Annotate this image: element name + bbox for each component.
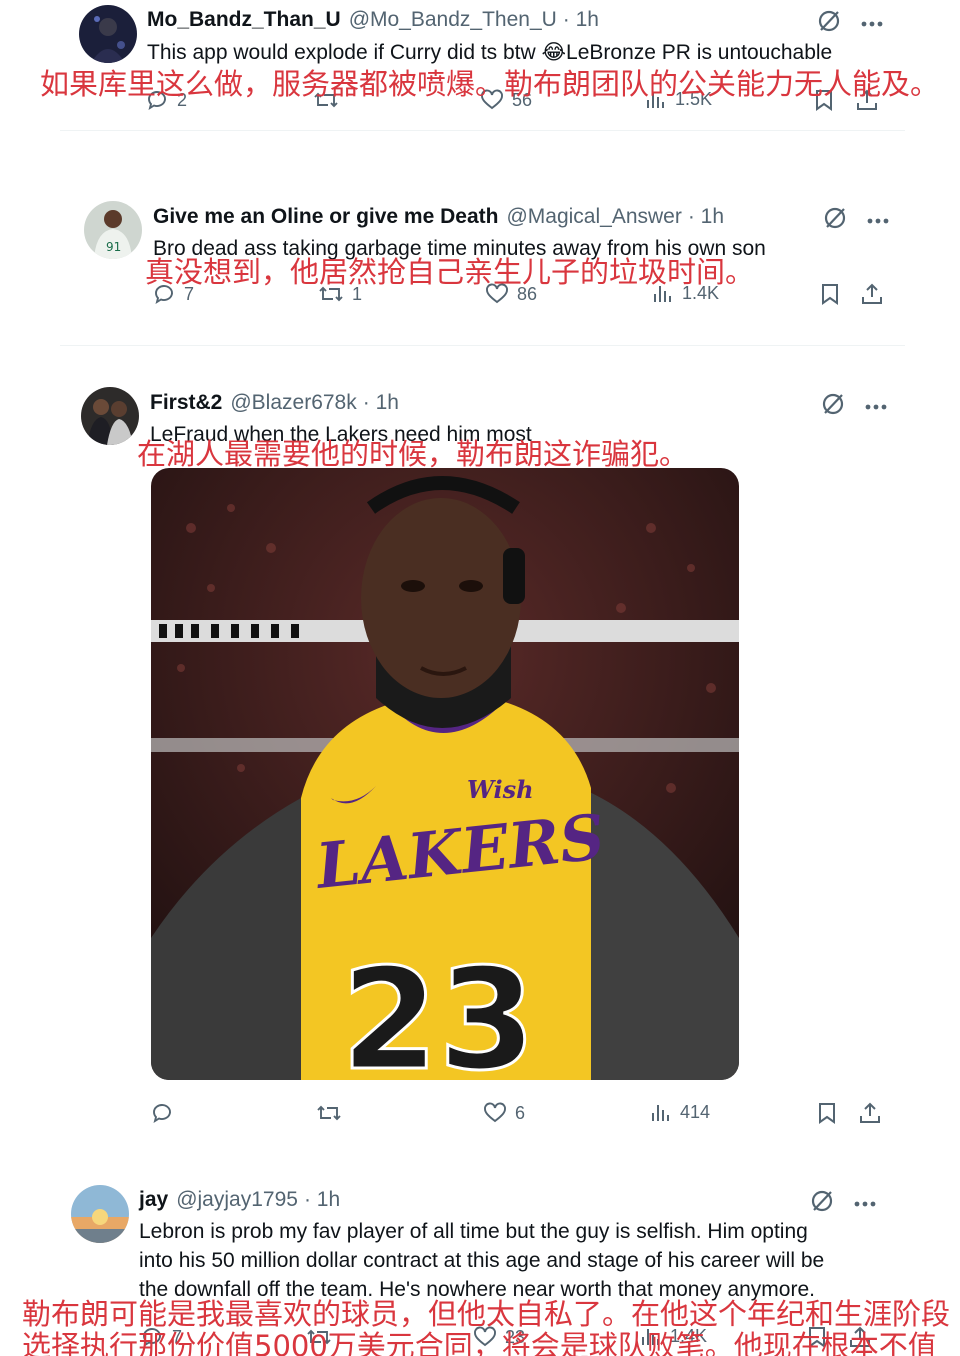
reply-icon	[153, 1104, 171, 1124]
display-name[interactable]: Mo_Bandz_Than_U	[147, 8, 341, 32]
bookmark-icon	[822, 284, 838, 305]
jersey-number: 23	[341, 939, 536, 1080]
bookmark-icon	[819, 1103, 835, 1124]
grok-icon[interactable]	[822, 205, 848, 236]
avatar-image	[79, 5, 137, 63]
bookmark-button[interactable]	[819, 282, 841, 306]
tweet-2[interactable]: 91 Give me an Oline or give me Death @Ma…	[0, 185, 960, 345]
timestamp[interactable]: · 1h	[688, 205, 724, 229]
meme-image: Wish LAKERS 23	[151, 468, 739, 1080]
timestamp[interactable]: · 1h	[563, 8, 599, 32]
tweet-text: Lebron is prob my fav player of all time…	[139, 1217, 824, 1304]
avatar[interactable]	[81, 387, 139, 445]
divider	[60, 345, 905, 346]
view-count: 414	[680, 1101, 711, 1122]
translation-overlay: 勒布朗可能是我最喜欢的球员，但他太自私了。在他这个年纪和生涯阶段 选择执行那份价…	[22, 1297, 950, 1356]
avatar[interactable]	[71, 1185, 129, 1243]
user-handle[interactable]: @Mo_Bandz_Then_U	[349, 8, 557, 32]
grok-icon[interactable]	[816, 8, 842, 39]
retweet-icon	[317, 1105, 341, 1121]
display-name[interactable]: First&2	[150, 391, 222, 415]
share-button[interactable]	[860, 282, 884, 306]
views-button[interactable]: 414	[650, 1101, 710, 1123]
avatar-image: 91	[84, 201, 142, 259]
bookmark-button[interactable]	[816, 1101, 838, 1125]
avatar-image	[71, 1185, 129, 1243]
action-bar: 6 414	[150, 1101, 890, 1131]
reply-button[interactable]	[150, 1101, 182, 1125]
user-handle[interactable]: @jayjay1795	[176, 1188, 298, 1212]
share-icon	[862, 283, 882, 304]
user-handle[interactable]: @Blazer678k	[230, 391, 356, 415]
retweet-button[interactable]	[316, 1101, 350, 1125]
translation-line: 勒布朗可能是我最喜欢的球员，但他太自私了。在他这个年纪和生涯阶段	[22, 1297, 951, 1331]
views-icon	[652, 1105, 669, 1121]
tweet-1[interactable]: Mo_Bandz_Than_U @Mo_Bandz_Then_U · 1h Th…	[0, 0, 960, 140]
more-icon[interactable]	[860, 15, 884, 33]
grok-icon[interactable]	[820, 391, 846, 422]
translation-overlay: 如果库里这么做，服务器都被喷爆。勒布朗团队的公关能力无人能及。	[40, 67, 940, 101]
jersey-sponsor: Wish	[467, 775, 534, 804]
avatar-image	[81, 387, 139, 445]
more-icon[interactable]	[853, 1195, 877, 1213]
display-name[interactable]: Give me an Oline or give me Death	[153, 205, 498, 229]
like-button[interactable]: 6	[483, 1101, 525, 1125]
translation-line: 选择执行那份价值5000万美元合同，将会是球队败笔。他现在根本不值	[22, 1329, 937, 1356]
share-button[interactable]	[858, 1101, 882, 1125]
tweet-media-image[interactable]: Wish LAKERS 23	[151, 468, 739, 1080]
like-count: 6	[515, 1102, 526, 1123]
tweet-text: This app would explode if Curry did ts b…	[147, 41, 833, 64]
timestamp[interactable]: · 1h	[304, 1188, 340, 1212]
avatar[interactable]	[79, 5, 137, 63]
share-icon	[860, 1102, 880, 1123]
tweet-text-line: into his 50 million dollar contract at t…	[139, 1249, 825, 1272]
divider	[60, 130, 905, 131]
grok-icon[interactable]	[809, 1188, 835, 1219]
translation-overlay: 在湖人最需要他的时候，勒布朗这诈骗犯。	[137, 437, 689, 471]
timestamp[interactable]: · 1h	[363, 391, 399, 415]
user-handle[interactable]: @Magical_Answer	[506, 205, 681, 229]
avatar[interactable]: 91	[84, 201, 142, 259]
translation-overlay: 真没想到，他居然抢自己亲生儿子的垃圾时间。	[145, 255, 755, 289]
display-name[interactable]: jay	[139, 1188, 168, 1212]
more-icon[interactable]	[866, 212, 890, 230]
tweet-text-line: Lebron is prob my fav player of all time…	[139, 1220, 808, 1243]
tweet-4[interactable]: jay @jayjay1795 · 1h Lebron is prob my f…	[0, 1165, 960, 1356]
svg-text:91: 91	[106, 240, 121, 254]
like-icon	[484, 1102, 506, 1123]
more-icon[interactable]	[864, 398, 888, 416]
